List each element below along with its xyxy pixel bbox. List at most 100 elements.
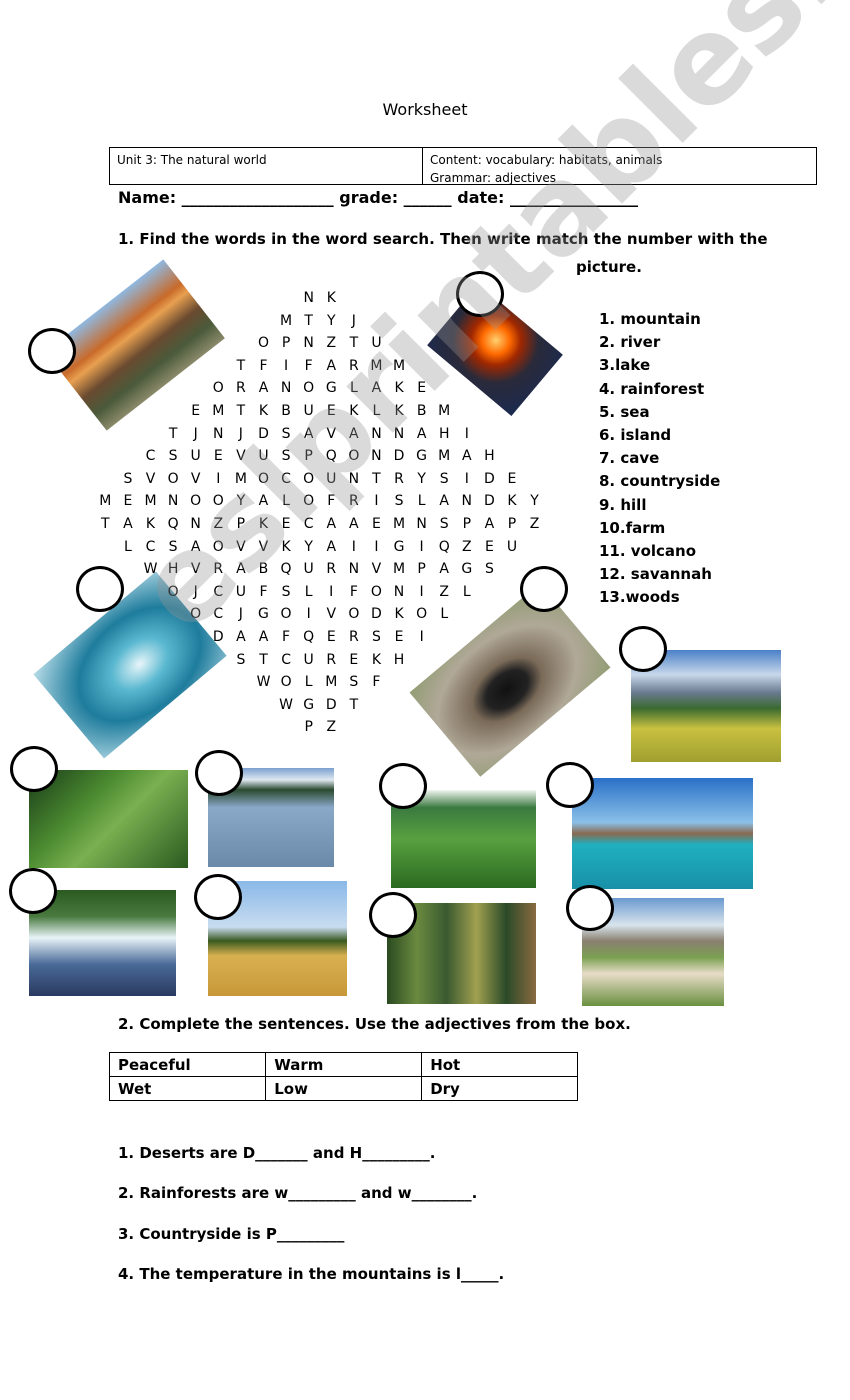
word-search-letter[interactable]: O — [207, 539, 230, 555]
answer-circle-volcano[interactable] — [456, 271, 504, 317]
word-search-letter[interactable]: E — [365, 516, 388, 532]
word-search-letter[interactable]: C — [139, 539, 162, 555]
word-search-letter[interactable]: L — [117, 539, 140, 555]
word-search-letter[interactable]: K — [343, 403, 366, 419]
answer-circle-lake[interactable] — [195, 750, 243, 796]
word-search-letter[interactable]: O — [275, 606, 298, 622]
word-search-letter[interactable]: U — [501, 539, 524, 555]
word-search-letter[interactable]: O — [207, 493, 230, 509]
word-search-letter[interactable]: U — [297, 561, 320, 577]
word-search-letter[interactable]: T — [297, 313, 320, 329]
word-search-letter[interactable]: U — [320, 471, 343, 487]
word-search-letter[interactable]: Q — [320, 448, 343, 464]
word-search-letter[interactable]: L — [410, 493, 433, 509]
word-search-letter[interactable]: O — [365, 584, 388, 600]
answer-circle-rainforest[interactable] — [10, 746, 58, 792]
word-search-letter[interactable]: S — [162, 539, 185, 555]
word-search-letter[interactable]: J — [343, 313, 366, 329]
word-search-letter[interactable]: J — [184, 584, 207, 600]
answer-circle-farm[interactable] — [566, 885, 614, 931]
answer-circle-countryside[interactable] — [619, 626, 667, 672]
word-search-letter[interactable]: N — [456, 493, 479, 509]
word-search-letter[interactable]: K — [388, 380, 411, 396]
word-search-letter[interactable]: S — [433, 516, 456, 532]
word-search-letter[interactable]: O — [184, 493, 207, 509]
word-search-letter[interactable]: P — [275, 335, 298, 351]
word-search-letter[interactable]: D — [388, 448, 411, 464]
word-search-letter[interactable]: A — [433, 493, 456, 509]
word-search-letter[interactable]: S — [343, 674, 366, 690]
word-search-letter[interactable]: R — [343, 629, 366, 645]
word-search-letter[interactable]: S — [230, 652, 253, 668]
word-search-letter[interactable]: F — [297, 358, 320, 374]
word-search-letter[interactable]: R — [230, 380, 253, 396]
word-search-letter[interactable]: L — [275, 493, 298, 509]
word-search-letter[interactable]: R — [320, 561, 343, 577]
answer-circle-mountain[interactable] — [28, 328, 76, 374]
word-search-letter[interactable]: U — [230, 584, 253, 600]
word-search-letter[interactable]: I — [410, 584, 433, 600]
word-search-letter[interactable]: C — [139, 448, 162, 464]
word-search-letter[interactable]: G — [388, 539, 411, 555]
word-search-letter[interactable]: O — [275, 674, 298, 690]
word-search-letter[interactable]: E — [320, 403, 343, 419]
word-search-letter[interactable]: E — [343, 652, 366, 668]
word-search-letter[interactable]: R — [343, 493, 366, 509]
word-search-letter[interactable]: K — [365, 652, 388, 668]
word-search-letter[interactable]: A — [252, 629, 275, 645]
word-search-letter[interactable]: I — [410, 539, 433, 555]
word-search-letter[interactable]: A — [433, 561, 456, 577]
word-search-letter[interactable]: R — [343, 358, 366, 374]
word-search-letter[interactable]: C — [275, 471, 298, 487]
word-search-letter[interactable]: T — [230, 358, 253, 374]
word-search-letter[interactable]: O — [252, 471, 275, 487]
word-search-letter[interactable]: G — [252, 606, 275, 622]
answer-circle-island[interactable] — [546, 762, 594, 808]
word-search-letter[interactable]: P — [230, 516, 253, 532]
word-search-letter[interactable]: Z — [523, 516, 546, 532]
word-search-letter[interactable]: A — [343, 516, 366, 532]
word-search-letter[interactable]: M — [388, 358, 411, 374]
word-search-letter[interactable]: J — [230, 606, 253, 622]
word-search-letter[interactable]: E — [478, 539, 501, 555]
word-search-letter[interactable]: S — [365, 629, 388, 645]
word-search-letter[interactable]: M — [433, 448, 456, 464]
word-search-letter[interactable]: O — [410, 606, 433, 622]
word-search-letter[interactable]: B — [252, 561, 275, 577]
word-search-letter[interactable]: Q — [433, 539, 456, 555]
word-search-letter[interactable]: F — [252, 358, 275, 374]
word-search-letter[interactable]: N — [162, 493, 185, 509]
word-search-letter[interactable]: I — [275, 358, 298, 374]
word-search-letter[interactable]: Z — [433, 584, 456, 600]
word-search-letter[interactable]: L — [365, 403, 388, 419]
answer-circle-hill[interactable] — [379, 763, 427, 809]
word-search-letter[interactable]: M — [388, 561, 411, 577]
word-search-letter[interactable]: Y — [297, 539, 320, 555]
word-search-letter[interactable]: A — [230, 629, 253, 645]
word-search-letter[interactable]: O — [297, 471, 320, 487]
word-search-letter[interactable]: D — [252, 426, 275, 442]
word-search-letter[interactable]: Q — [297, 629, 320, 645]
word-search-letter[interactable]: I — [343, 539, 366, 555]
word-search-letter[interactable]: N — [207, 426, 230, 442]
word-search-letter[interactable]: J — [184, 426, 207, 442]
word-search-letter[interactable]: L — [297, 674, 320, 690]
word-search-letter[interactable]: A — [252, 493, 275, 509]
word-search-letter[interactable]: S — [275, 426, 298, 442]
word-search-letter[interactable]: I — [320, 584, 343, 600]
word-search-letter[interactable]: H — [433, 426, 456, 442]
word-search-letter[interactable]: S — [117, 471, 140, 487]
word-search-letter[interactable]: E — [275, 516, 298, 532]
word-search-letter[interactable]: Z — [456, 539, 479, 555]
word-search-letter[interactable]: V — [320, 606, 343, 622]
word-search-letter[interactable]: G — [456, 561, 479, 577]
word-search-letter[interactable]: E — [207, 448, 230, 464]
word-search-letter[interactable]: O — [297, 380, 320, 396]
word-search-letter[interactable]: E — [388, 629, 411, 645]
word-search-letter[interactable]: O — [162, 584, 185, 600]
word-search-letter[interactable]: A — [478, 516, 501, 532]
word-search-letter[interactable]: D — [365, 606, 388, 622]
word-search-letter[interactable]: N — [365, 426, 388, 442]
word-search-letter[interactable]: G — [320, 380, 343, 396]
word-search-letter[interactable]: N — [297, 335, 320, 351]
